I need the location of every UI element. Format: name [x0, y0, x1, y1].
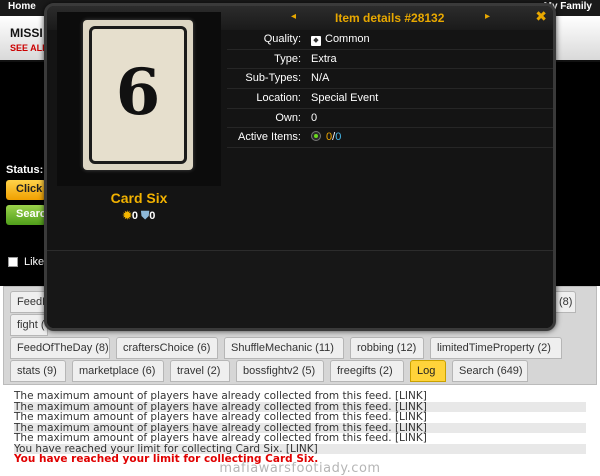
attack-value: 0: [131, 210, 138, 222]
next-item-arrow-icon[interactable]: ▸: [485, 11, 490, 22]
detail-row-quality: Quality: ◆ Common: [227, 30, 553, 50]
mission-title: MISSI: [10, 26, 43, 40]
like-label: Like: [24, 256, 45, 268]
click-button[interactable]: Click: [6, 180, 46, 200]
detail-label: Own:: [275, 111, 301, 124]
detail-value: N/A: [311, 72, 330, 85]
detail-value: ◆ Common: [311, 33, 370, 46]
modal-footer-area: [47, 250, 553, 328]
log-line: The maximum amount of players have alrea…: [14, 432, 427, 444]
tab-travel[interactable]: travel (2): [170, 360, 230, 382]
item-details-modal: ◂ Item details #28132 ▸ ✖ 6 Card Six ✹0 …: [44, 3, 556, 331]
see-all-link[interactable]: SEE ALL: [10, 43, 48, 53]
item-stats: ✹0 ⛊0: [57, 209, 221, 223]
rarity-diamond-icon: ◆: [311, 36, 321, 46]
tab-freegifts[interactable]: freegifts (2): [330, 360, 404, 382]
detail-value: 0/0: [311, 131, 341, 143]
watermark: mafiawarsfootiady.com: [219, 461, 381, 476]
status-label: Status:: [6, 164, 44, 176]
tab-feedoftheday[interactable]: FeedOfTheDay (8): [10, 337, 110, 359]
tab-crafterschoice[interactable]: craftersChoice (6): [116, 337, 218, 359]
log-line: The maximum amount of players have alrea…: [14, 390, 427, 402]
card-six-image: 6: [83, 20, 193, 170]
tab-shufflemechanic[interactable]: ShuffleMechanic (11): [224, 337, 344, 359]
close-icon[interactable]: ✖: [535, 8, 547, 25]
card-border: 6: [89, 26, 187, 164]
prev-item-arrow-icon[interactable]: ◂: [291, 11, 296, 22]
item-image-frame: 6: [57, 12, 221, 186]
like-checkbox-row[interactable]: Like: [8, 256, 44, 268]
detail-row-own: Own: 0: [227, 109, 553, 129]
active-total: 0: [335, 131, 342, 144]
tab-feedl[interactable]: FeedL: [10, 291, 48, 313]
active-status-icon: [311, 131, 321, 142]
card-number: 6: [115, 55, 161, 130]
log-list: The maximum amount of players have alrea…: [14, 391, 586, 465]
tab-fight[interactable]: fight (: [10, 314, 48, 336]
tab-bossfightv2[interactable]: bossfightv2 (5): [236, 360, 324, 382]
attack-icon: ✹: [122, 210, 132, 222]
tab-log[interactable]: Log: [410, 360, 446, 382]
tab-robbing[interactable]: robbing (12): [350, 337, 424, 359]
defense-value: 0: [149, 210, 156, 222]
detail-row-subtypes: Sub-Types: N/A: [227, 69, 553, 90]
detail-value: Special Event: [311, 92, 379, 105]
detail-value: 0: [311, 111, 318, 124]
detail-row-location: Location: Special Event: [227, 89, 553, 109]
detail-row-active-items: Active Items: 0/0: [227, 128, 553, 149]
item-details-table: Quality: ◆ Common Type: Extra Sub-Types: …: [227, 30, 553, 149]
detail-label: Sub-Types:: [245, 72, 301, 85]
search-button[interactable]: Searc: [6, 205, 46, 225]
detail-label: Location:: [256, 92, 301, 105]
nav-home-link[interactable]: Home: [8, 1, 36, 12]
log-line: The maximum amount of players have alrea…: [14, 411, 427, 423]
modal-title: Item details #28132: [335, 11, 445, 25]
tab-search[interactable]: Search (649): [452, 360, 528, 382]
item-name: Card Six: [110, 190, 168, 206]
detail-label: Type:: [274, 52, 301, 65]
like-checkbox[interactable]: [8, 257, 18, 267]
detail-value: Extra: [311, 52, 337, 65]
tab-limitedtimeproperty[interactable]: limitedTimeProperty (2): [430, 337, 562, 359]
detail-label: Quality:: [263, 33, 301, 45]
tab-stats[interactable]: stats (9): [10, 360, 66, 382]
detail-label: Active Items:: [238, 131, 301, 144]
tab-marketplace[interactable]: marketplace (6): [72, 360, 164, 382]
detail-row-type: Type: Extra: [227, 50, 553, 70]
